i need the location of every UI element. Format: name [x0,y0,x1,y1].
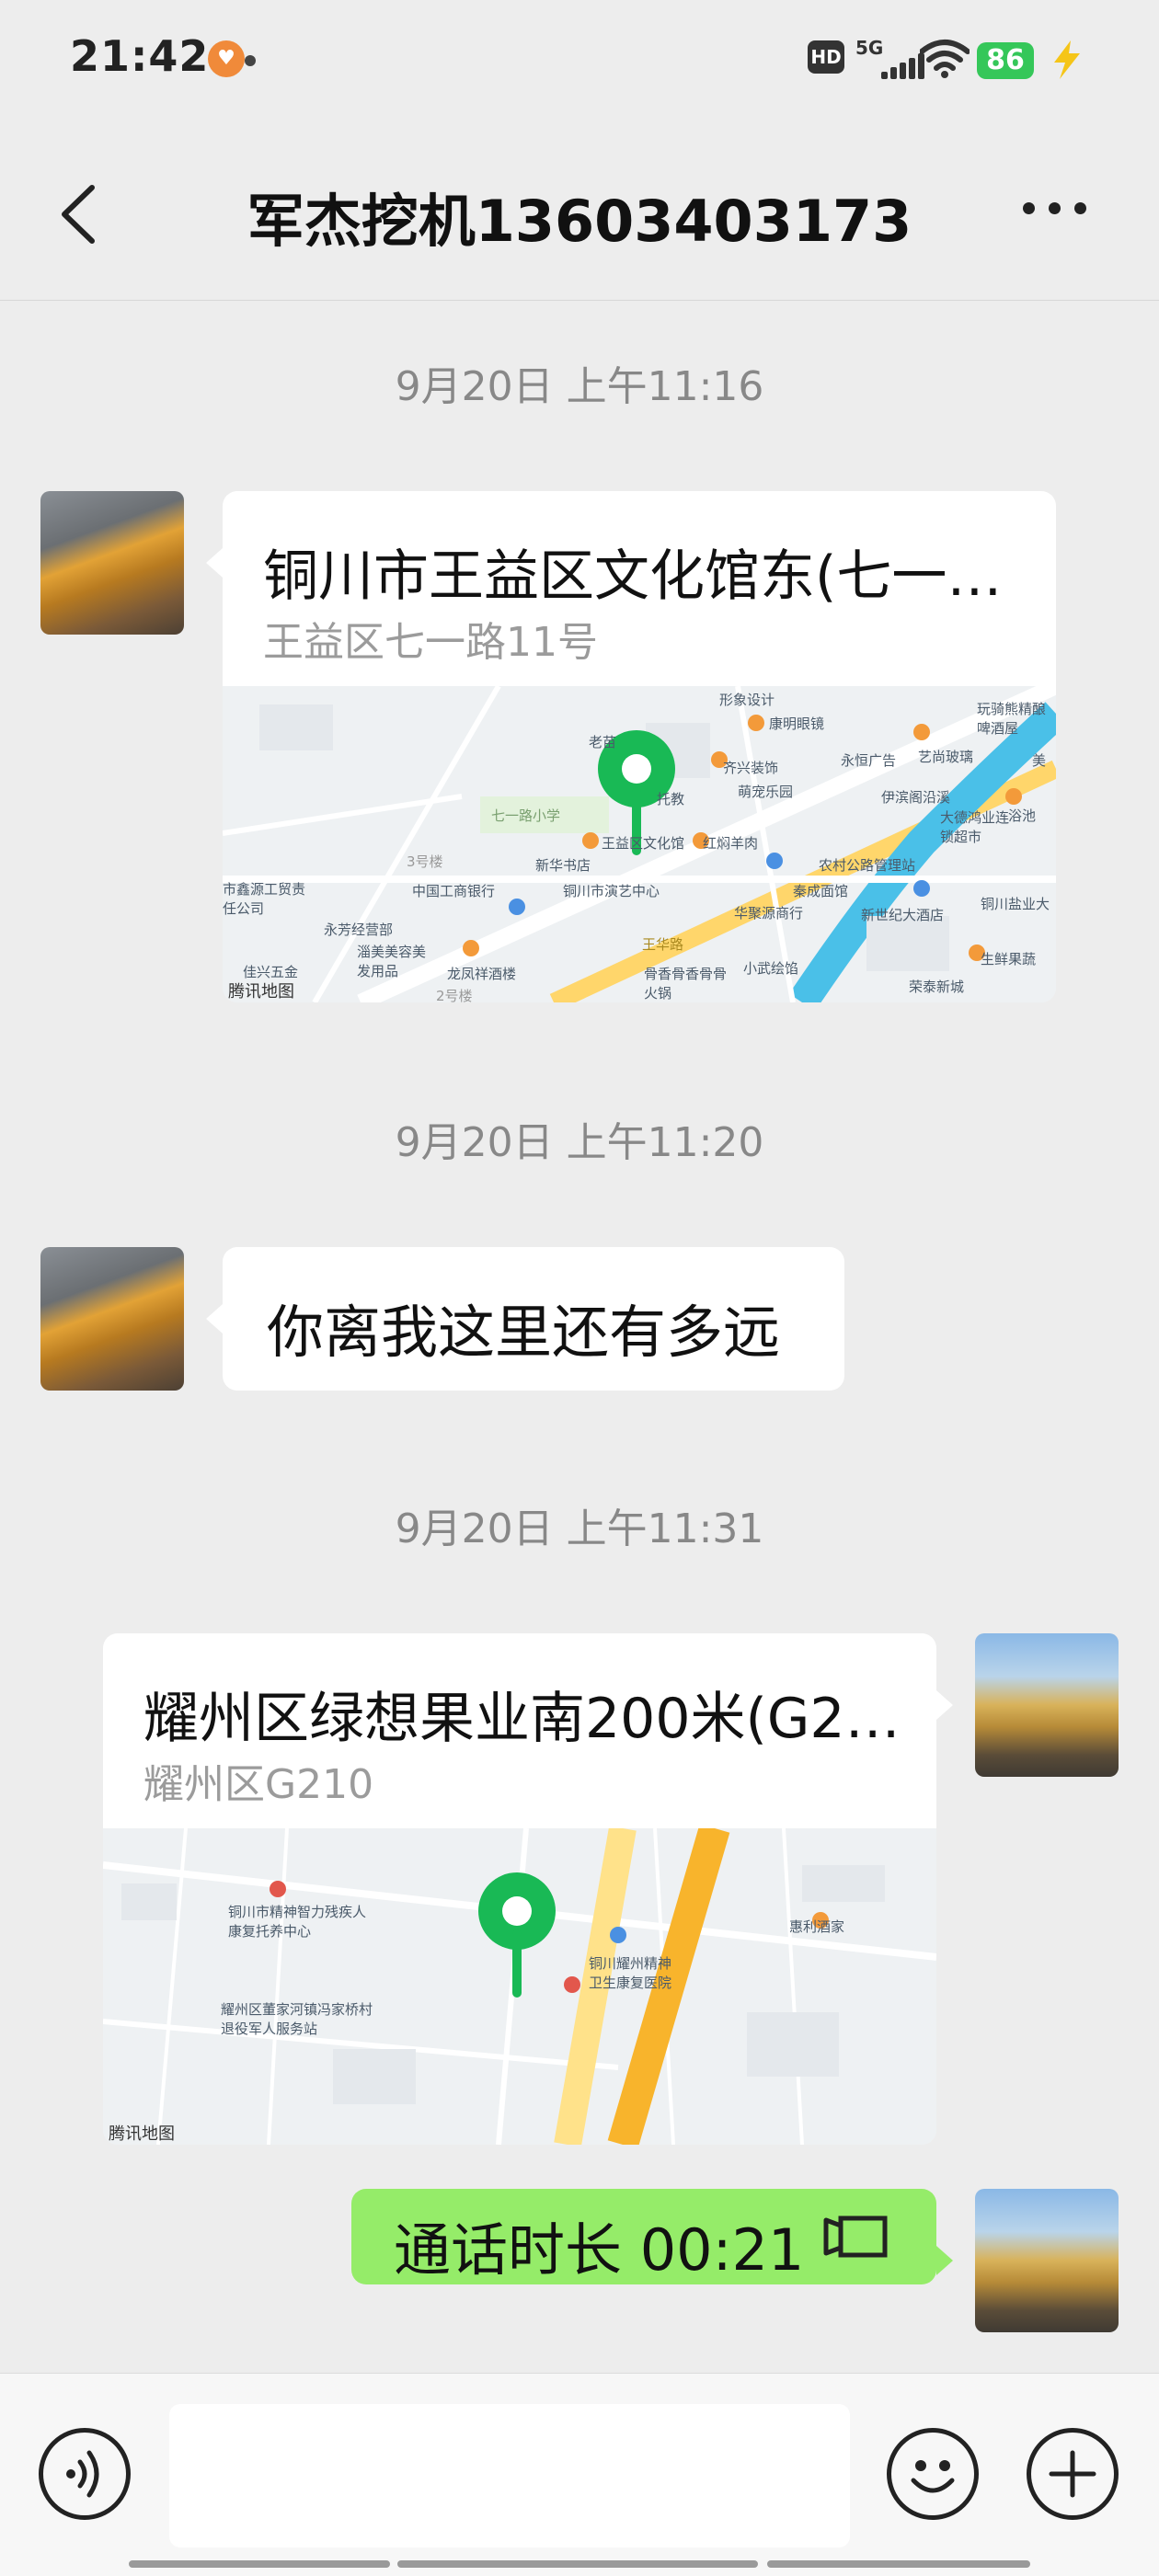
charging-icon [1054,40,1080,79]
battery-level: 86 [977,42,1034,79]
map-watermark: 腾讯地图 [109,2124,175,2144]
location-title: 铜川市王益区文化馆东(七一… [263,544,1003,609]
network-type: 5G [855,37,884,59]
contact-avatar[interactable] [40,1247,184,1391]
message-text: 你离我这里还有多远 [267,1299,781,1366]
notification-dot-icon [245,55,256,66]
my-avatar[interactable] [975,1633,1119,1777]
location-card[interactable]: 铜川市王益区文化馆东(七一… 王益区七一路11号 形象设计 康明眼镜 玩骑熊精酿… [223,491,1056,1002]
emoji-icon[interactable] [887,2428,979,2520]
hd-icon: HD [808,40,844,74]
message-timestamp: 9月20日 上午11:20 [395,1119,764,1166]
location-card[interactable]: 耀州区绿想果业南200米(G2… 耀州区G210 铜川市精神智力残疾人康复托养中… [103,1633,936,2145]
more-dots-icon[interactable] [1023,202,1087,224]
location-map[interactable]: 形象设计 康明眼镜 玩骑熊精酿啤酒屋 老苗 齐兴装饰 永恒广告 艺尚玻璃 萌宠乐… [223,686,1056,1002]
message-timestamp: 9月20日 上午11:16 [395,363,764,410]
status-time: 21:42 [70,31,210,81]
bubble-tail [206,1304,223,1334]
plus-icon[interactable] [1027,2428,1119,2520]
location-address: 耀州区G210 [143,1761,374,1808]
message-timestamp: 9月20日 上午11:31 [395,1506,764,1552]
wifi-icon [920,40,970,78]
heart-notification-icon: ♥ [208,40,245,77]
gesture-bar [397,2560,758,2568]
video-call-icon [823,2215,888,2258]
call-duration-text: 通话时长 00:21 [394,2216,805,2284]
gesture-bar [129,2560,390,2568]
location-title: 耀州区绿想果业南200米(G2… [143,1687,901,1751]
location-address: 王益区七一路11号 [263,619,598,666]
bubble-tail [206,548,223,578]
voice-icon[interactable] [39,2428,131,2520]
bubble-tail [936,1690,953,1720]
contact-avatar[interactable] [40,491,184,635]
my-avatar[interactable] [975,2189,1119,2332]
map-watermark: 腾讯地图 [228,982,294,1002]
call-duration-bubble[interactable]: 通话时长 00:21 [351,2189,936,2284]
chat-title: 军杰挖机13603403173 [247,188,912,255]
location-map[interactable]: 铜川市精神智力残疾人康复托养中心 铜川耀州精神卫生康复医院 惠利酒家 耀州区董家… [103,1828,936,2145]
bubble-tail [936,2246,953,2275]
text-message-bubble[interactable]: 你离我这里还有多远 [223,1247,844,1391]
gesture-bar [767,2560,1030,2568]
message-input[interactable] [169,2404,850,2547]
